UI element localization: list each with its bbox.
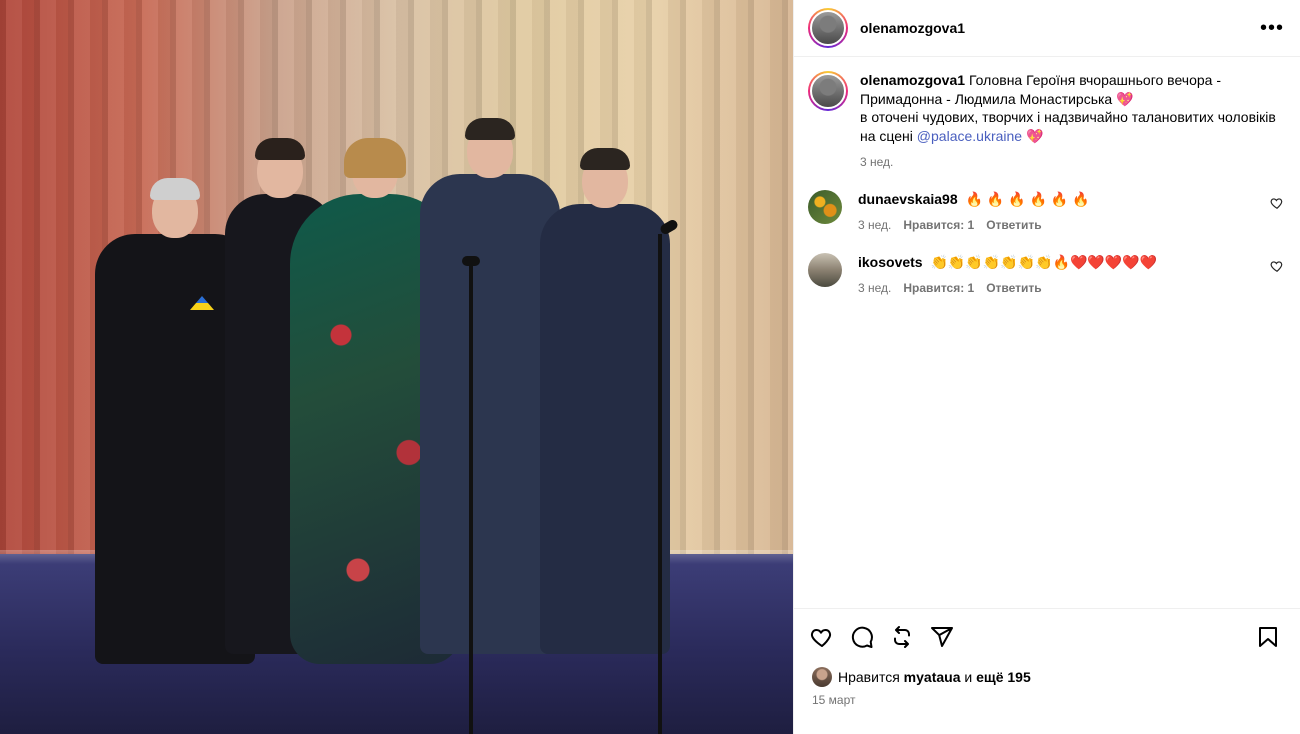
send-icon[interactable] <box>930 625 954 649</box>
caption-author[interactable]: olenamozgova1 <box>860 72 965 88</box>
comment: dunaevskaia98 🔥 🔥 🔥 🔥 🔥 🔥 3 нед. Нравитс… <box>808 189 1284 235</box>
comment-author[interactable]: ikosovets <box>858 254 923 270</box>
comment-likes[interactable]: Нравится: 1 <box>903 279 974 298</box>
repost-icon[interactable] <box>890 625 914 649</box>
person-4 <box>420 118 560 664</box>
likes-summary[interactable]: Нравится myataua и ещё 195 <box>812 667 1284 687</box>
caption-avatar[interactable] <box>808 71 848 111</box>
mic-stand <box>658 234 662 734</box>
comment-time[interactable]: 3 нед. <box>858 279 891 298</box>
mic-stand <box>469 262 473 734</box>
comments-section: olenamozgova1 Головна Героїня вчорашнього… <box>794 57 1300 608</box>
post-date[interactable]: 15 март <box>812 693 1284 707</box>
comment: ikosovets 👏👏👏👏👏👏👏🔥❤️❤️❤️❤️❤️ 3 нед. Нрав… <box>808 252 1284 298</box>
comment-like-heart-icon[interactable] <box>1270 196 1284 210</box>
author-avatar[interactable] <box>808 8 848 48</box>
bookmark-icon[interactable] <box>1256 625 1280 649</box>
caption-text: olenamozgova1 Головна Героїня вчорашнього… <box>860 71 1284 145</box>
liker-username[interactable]: myataua <box>904 669 961 685</box>
likes-prefix: Нравится <box>838 669 900 685</box>
comment-author[interactable]: dunaevskaia98 <box>858 191 958 207</box>
post-actions: Нравится myataua и ещё 195 15 март <box>794 608 1300 734</box>
post-photo[interactable] <box>0 0 793 734</box>
caption: olenamozgova1 Головна Героїня вчорашнього… <box>808 71 1284 172</box>
likes-count[interactable]: ещё 195 <box>976 669 1031 685</box>
comment-like-heart-icon[interactable] <box>1270 259 1284 273</box>
comment-text: 🔥 🔥 🔥 🔥 🔥 🔥 <box>965 190 1090 207</box>
commenter-avatar[interactable] <box>808 252 842 287</box>
post-side-panel: olenamozgova1 ••• olenamozgova1 Головна Г… <box>793 0 1300 734</box>
liker-avatar <box>812 667 832 687</box>
heart-icon[interactable] <box>810 625 834 649</box>
commenter-avatar[interactable] <box>808 189 842 224</box>
caption-emoji: 💖 <box>1025 127 1044 144</box>
author-username[interactable]: olenamozgova1 <box>860 20 965 36</box>
post-header: olenamozgova1 ••• <box>794 0 1300 57</box>
caption-time[interactable]: 3 нед. <box>860 153 893 172</box>
reply-button[interactable]: Ответить <box>986 216 1041 235</box>
reply-button[interactable]: Ответить <box>986 279 1041 298</box>
comment-text: 👏👏👏👏👏👏👏🔥❤️❤️❤️❤️❤️ <box>930 253 1158 270</box>
microphone <box>462 256 480 266</box>
more-options-icon[interactable]: ••• <box>1260 18 1284 38</box>
mention-link[interactable]: @palace.ukraine <box>917 128 1022 144</box>
comment-likes[interactable]: Нравится: 1 <box>903 216 974 235</box>
instagram-post-view: olenamozgova1 ••• olenamozgova1 Головна Г… <box>0 0 1300 734</box>
person-5 <box>540 148 670 664</box>
comment-time[interactable]: 3 нед. <box>858 216 891 235</box>
comment-icon[interactable] <box>850 625 874 649</box>
